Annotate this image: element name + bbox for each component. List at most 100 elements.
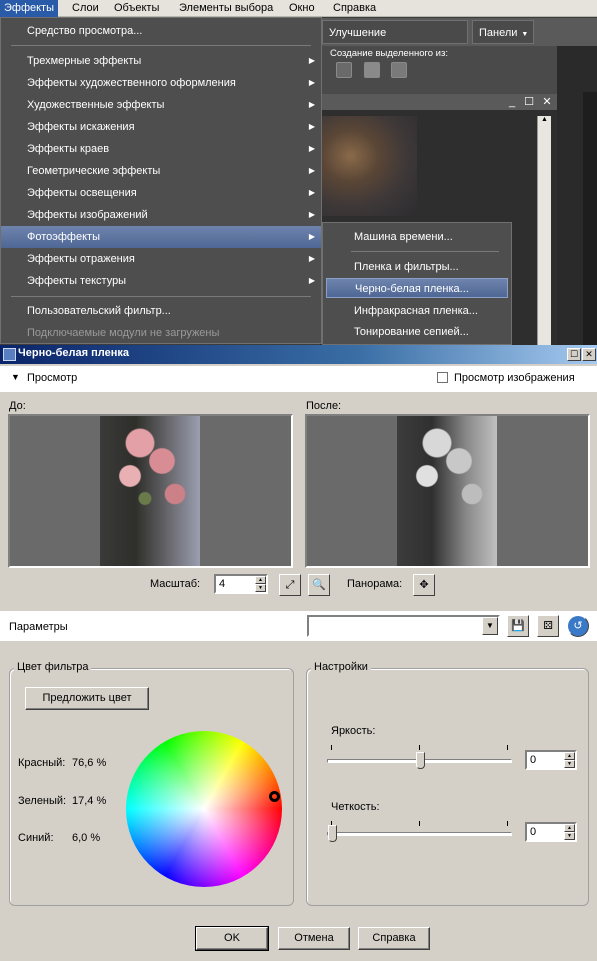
after-preview[interactable] bbox=[305, 414, 590, 568]
menu-item-reflection[interactable]: Эффекты отражения ▶ bbox=[1, 248, 321, 270]
panels-label: Панели bbox=[479, 27, 518, 39]
sharpness-stepper[interactable]: ▲ ▼ bbox=[564, 824, 575, 840]
submenu-item-bw-film[interactable]: Черно-белая пленка... bbox=[326, 278, 508, 298]
panels-dropdown[interactable]: Панели ▼ bbox=[472, 20, 534, 44]
menu-item-edge[interactable]: Эффекты краев ▶ bbox=[1, 138, 321, 160]
menu-item-label: Эффекты изображений bbox=[27, 209, 148, 221]
cancel-button[interactable]: Отмена bbox=[278, 927, 350, 950]
maximize-icon[interactable]: ☐ bbox=[522, 95, 536, 109]
slider-tick bbox=[507, 821, 508, 826]
submenu-arrow-icon: ▶ bbox=[308, 188, 315, 197]
app-icon bbox=[3, 348, 16, 361]
after-label: После: bbox=[306, 400, 342, 412]
help-button[interactable]: Справка bbox=[358, 927, 430, 950]
preview-images-label: Просмотр изображения bbox=[454, 372, 575, 384]
selection-from-mask-icon[interactable] bbox=[336, 62, 352, 78]
suggest-color-button[interactable]: Предложить цвет bbox=[25, 687, 149, 710]
submenu-arrow-icon: ▶ bbox=[308, 210, 315, 219]
color-wheel[interactable] bbox=[126, 731, 282, 887]
before-label: До: bbox=[9, 400, 26, 412]
randomize-dice-icon[interactable]: ⚄ bbox=[537, 615, 559, 637]
zoom-tool-button[interactable]: 🔍 bbox=[308, 574, 330, 596]
menu-help[interactable]: Справка bbox=[329, 0, 380, 17]
fit-to-window-button[interactable]: ⤢ bbox=[279, 574, 301, 596]
spin-up-icon[interactable]: ▲ bbox=[564, 824, 575, 832]
close-icon[interactable]: ✕ bbox=[540, 95, 554, 109]
menu-item-distortion[interactable]: Эффекты искажения ▶ bbox=[1, 116, 321, 138]
settings-group bbox=[306, 668, 589, 906]
menu-selection[interactable]: Элементы выбора bbox=[175, 0, 277, 17]
close-icon[interactable]: ✕ bbox=[582, 348, 596, 361]
brightness-stepper[interactable]: ▲ ▼ bbox=[564, 752, 575, 768]
zoom-stepper[interactable]: ▲ ▼ bbox=[255, 576, 266, 592]
save-preset-button[interactable]: 💾 bbox=[507, 615, 529, 637]
before-preview[interactable] bbox=[8, 414, 293, 568]
filter-color-title: Цвет фильтра bbox=[14, 661, 92, 673]
brightness-slider-thumb[interactable] bbox=[416, 752, 425, 769]
selection-from-object-icon[interactable] bbox=[391, 62, 407, 78]
red-label: Красный: bbox=[18, 757, 66, 769]
menu-item-browser[interactable]: Средство просмотра... bbox=[1, 20, 321, 42]
menu-item-label: Эффекты освещения bbox=[27, 187, 137, 199]
spin-up-icon[interactable]: ▲ bbox=[564, 752, 575, 760]
photo-enhance-dropdown[interactable]: Улучшение фотографии▼ bbox=[322, 20, 468, 63]
menubar: Эффекты Слои Объекты Элементы выбора Окн… bbox=[0, 0, 597, 17]
spin-down-icon[interactable]: ▼ bbox=[255, 584, 266, 592]
slider-tick bbox=[419, 745, 420, 750]
submenu-item-film-filters[interactable]: Пленка и фильтры... bbox=[326, 257, 508, 277]
green-value: 17,4 % bbox=[72, 795, 107, 807]
menu-item-artistic[interactable]: Художественные эффекты ▶ bbox=[1, 94, 321, 116]
menu-item-label: Фотоэффекты bbox=[27, 231, 100, 243]
spin-down-icon[interactable]: ▼ bbox=[564, 760, 575, 768]
selection-from-layer-icon[interactable] bbox=[364, 62, 380, 78]
submenu-arrow-icon: ▶ bbox=[308, 144, 315, 153]
menu-item-photo[interactable]: Фотоэффекты ▶ bbox=[1, 226, 321, 248]
menu-item-3d[interactable]: Трехмерные эффекты ▶ bbox=[1, 50, 321, 72]
spin-down-icon[interactable]: ▼ bbox=[564, 832, 575, 840]
dialog-title: Черно-белая пленка bbox=[18, 347, 129, 359]
preview-images-checkbox[interactable] bbox=[437, 372, 448, 383]
menu-item-label: Эффекты текстуры bbox=[27, 275, 127, 287]
chevron-down-icon[interactable]: ▼ bbox=[482, 617, 498, 635]
menu-separator bbox=[11, 45, 311, 46]
preset-select[interactable] bbox=[307, 615, 500, 637]
vertical-scrollbar[interactable]: ▲ bbox=[537, 116, 551, 345]
scroll-up-icon[interactable]: ▲ bbox=[538, 116, 551, 123]
submenu-item-infrared-film[interactable]: Инфракрасная пленка... bbox=[326, 301, 508, 321]
blue-value: 6,0 % bbox=[72, 832, 101, 844]
zoom-spinbox[interactable]: 4 ▲ ▼ bbox=[214, 574, 268, 594]
menu-objects[interactable]: Объекты bbox=[110, 0, 163, 17]
collapse-triangle-icon[interactable]: ▼ bbox=[11, 372, 20, 382]
menu-item-plugins-disabled: Подключаемые модули не загружены bbox=[27, 327, 220, 339]
menu-item-texture[interactable]: Эффекты текстуры ▶ bbox=[1, 270, 321, 292]
pan-button[interactable]: ✥ bbox=[413, 574, 435, 596]
minimize-icon[interactable]: _ bbox=[505, 95, 519, 109]
sharpness-value: 0 bbox=[530, 826, 537, 838]
spin-up-icon[interactable]: ▲ bbox=[255, 576, 266, 584]
color-wheel-marker[interactable] bbox=[269, 791, 280, 802]
sharpness-slider-thumb[interactable] bbox=[328, 825, 337, 842]
menu-item-user-defined[interactable]: Пользовательский фильтр... bbox=[1, 300, 321, 322]
submenu-arrow-icon: ▶ bbox=[308, 56, 315, 65]
submenu-item-time-machine[interactable]: Машина времени... bbox=[326, 227, 508, 247]
menu-item-geometric[interactable]: Геометрические эффекты ▶ bbox=[1, 160, 321, 182]
slider-tick bbox=[507, 745, 508, 750]
preview-toggle-label[interactable]: Просмотр bbox=[27, 372, 77, 384]
sharpness-slider-track[interactable] bbox=[327, 832, 512, 836]
menu-layers[interactable]: Слои bbox=[68, 0, 103, 17]
brightness-spinbox[interactable]: 0 ▲ ▼ bbox=[525, 750, 577, 770]
submenu-item-sepia[interactable]: Тонирование сепией... bbox=[326, 322, 508, 342]
menu-item-illumination[interactable]: Эффекты освещения ▶ bbox=[1, 182, 321, 204]
ok-button[interactable]: OK bbox=[195, 926, 269, 951]
sharpness-spinbox[interactable]: 0 ▲ ▼ bbox=[525, 822, 577, 842]
menu-item-art-media[interactable]: Эффекты художественного оформления ▶ bbox=[1, 72, 321, 94]
reset-button[interactable]: ↺ bbox=[567, 615, 589, 637]
zoom-label: Масштаб: bbox=[150, 578, 201, 590]
menu-effects[interactable]: Эффекты bbox=[0, 0, 59, 17]
menu-separator bbox=[11, 296, 311, 297]
menu-item-label: Эффекты краев bbox=[27, 143, 110, 155]
menu-window[interactable]: Окно bbox=[285, 0, 319, 17]
maximize-icon[interactable]: ☐ bbox=[567, 348, 581, 361]
submenu-arrow-icon: ▶ bbox=[308, 166, 315, 175]
menu-item-image[interactable]: Эффекты изображений ▶ bbox=[1, 204, 321, 226]
